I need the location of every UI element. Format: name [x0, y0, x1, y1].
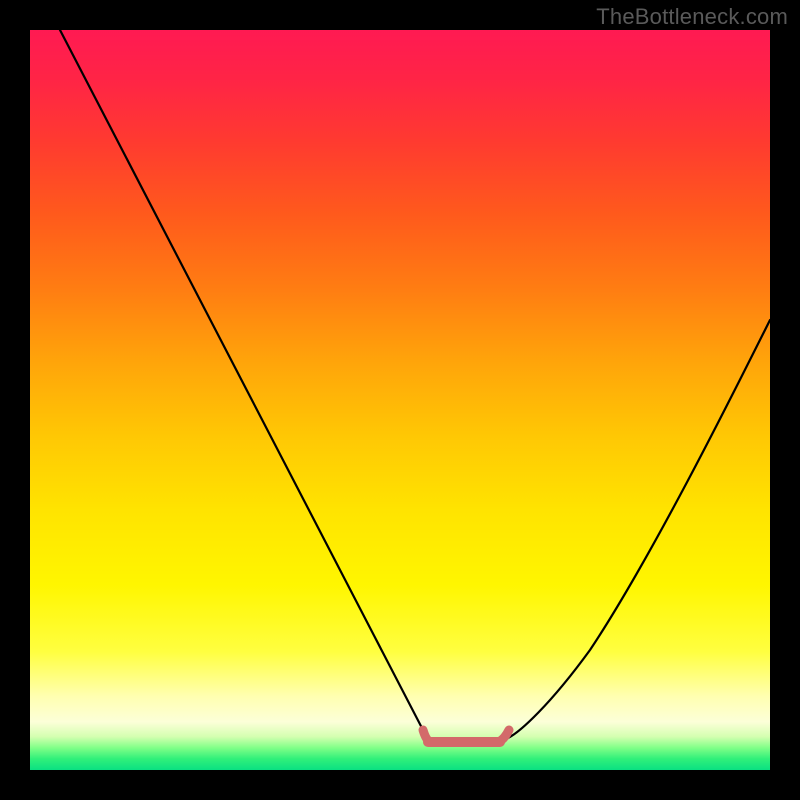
plot-area [30, 30, 770, 770]
curve-left-branch [60, 30, 423, 730]
curve-right-branch [508, 320, 770, 738]
curve-layer [30, 30, 770, 770]
chart-container: TheBottleneck.com [0, 0, 800, 800]
watermark-text: TheBottleneck.com [596, 4, 788, 30]
curve-min-right-bend [498, 730, 509, 742]
